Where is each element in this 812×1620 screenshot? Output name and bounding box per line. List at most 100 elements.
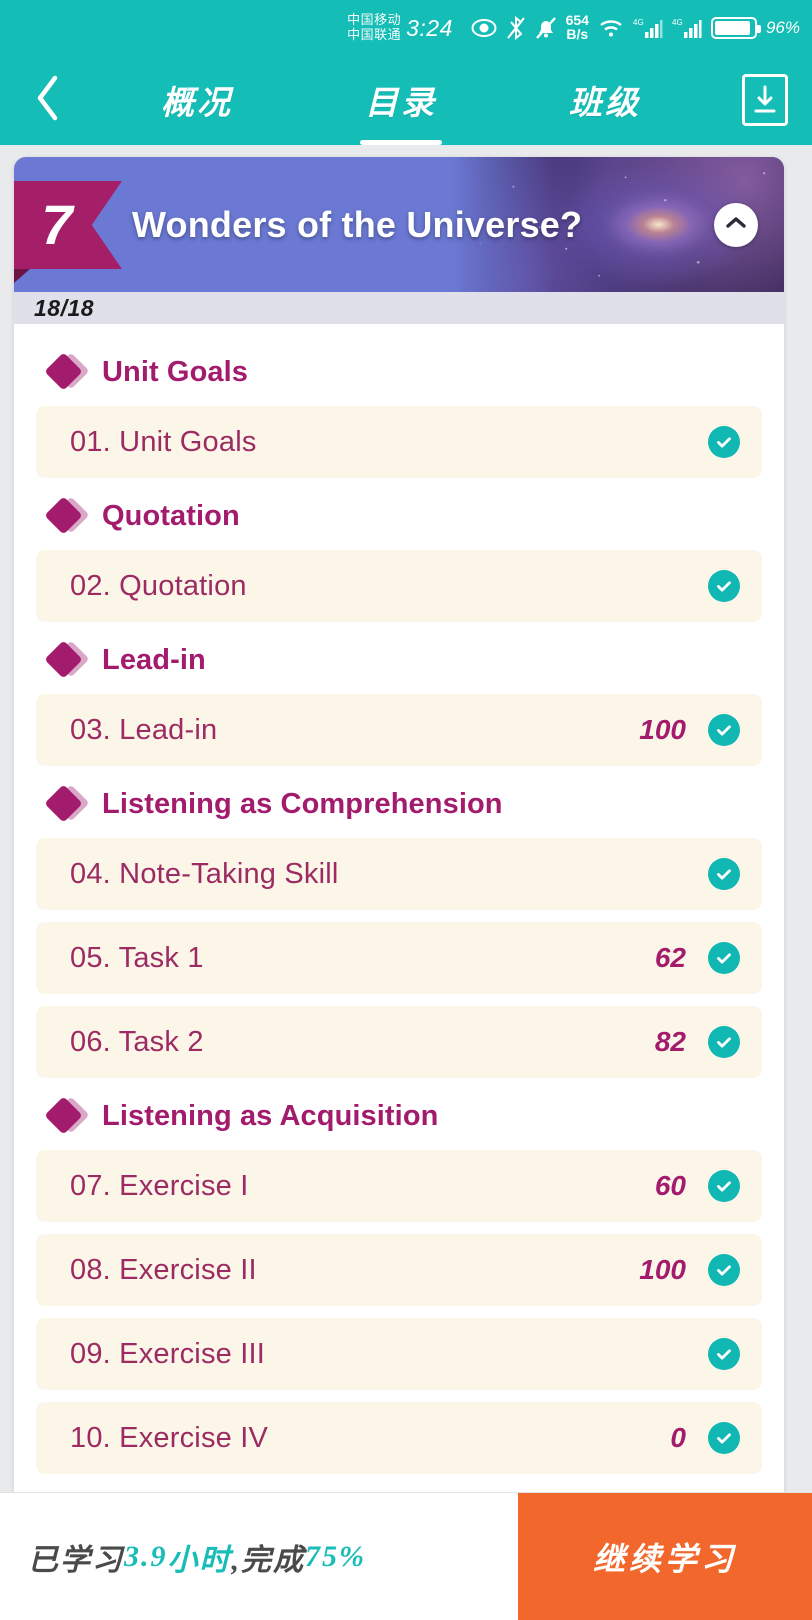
list-item[interactable]: 01. Unit Goals (36, 406, 762, 478)
list-item-label: 06. Task 2 (70, 1025, 204, 1058)
carrier-2-label: 中国联通 (347, 26, 402, 42)
tab-contents-label: 目录 (365, 86, 437, 122)
section-header-lead-in: Lead-in (44, 640, 762, 680)
check-circle-icon (708, 1170, 740, 1202)
list-item-label: 07. Exercise I (70, 1169, 249, 1202)
status-bar: 中国移动 中国联通 3:24 654 B/s 4G 4G 96% (0, 0, 812, 55)
study-stat-hours: 3.9 (124, 1539, 168, 1573)
section-title: Unit Goals (102, 355, 249, 388)
wifi-icon (598, 18, 624, 38)
section-title: Listening as Comprehension (102, 787, 503, 820)
unit-number-label: 7 (41, 193, 73, 256)
carrier-names: 中国移动 中国联通 (347, 13, 401, 41)
phone-screen: 中国移动 中国联通 3:24 654 B/s 4G 4G 96% 概况 目录 班… (0, 0, 812, 1620)
check-circle-icon (708, 1338, 740, 1370)
diamond-icon (44, 1096, 90, 1136)
list-item-score: 60 (654, 1170, 686, 1201)
list-item-label: 08. Exercise II (70, 1253, 257, 1286)
ribbon-fold-decor (14, 269, 30, 283)
battery-percent-label: 96% (765, 17, 800, 37)
list-item[interactable]: 06. Task 2 82 (36, 1006, 762, 1078)
list-item-score: 100 (639, 1254, 686, 1285)
status-bar-clock: 3:24 (406, 14, 453, 41)
unit-number-ribbon: 7 (14, 181, 122, 269)
section-title: Listening as Acquisition (102, 1099, 439, 1132)
list-item-label: 03. Lead-in (70, 713, 218, 746)
list-item[interactable]: 03. Lead-in 100 (36, 694, 762, 766)
list-item-label: 09. Exercise III (70, 1337, 265, 1370)
section-header-listening-acquisition: Listening as Acquisition (44, 1096, 762, 1136)
unit-hero-banner: 7 Wonders of the Universe? (14, 157, 784, 292)
section-header-listening-comprehension: Listening as Comprehension (44, 784, 762, 824)
check-circle-icon (708, 714, 740, 746)
svg-text:4G: 4G (633, 18, 644, 27)
diamond-icon (44, 496, 90, 536)
study-stat-percent: 75% (305, 1539, 366, 1573)
battery-icon (710, 16, 761, 39)
unit-progress-strip: 18/18 (14, 292, 784, 324)
list-item[interactable]: 07. Exercise I 60 (36, 1150, 762, 1222)
study-stat-hours-unit: 小时 (167, 1543, 232, 1577)
network-speed: 654 B/s (566, 13, 589, 42)
back-button[interactable] (0, 73, 95, 128)
list-item[interactable]: 02. Quotation (36, 550, 762, 622)
chevron-up-icon (725, 214, 747, 235)
status-bar-right: 654 B/s 4G 4G 96% (453, 13, 812, 42)
list-item[interactable]: 10. Exercise IV 0 (36, 1402, 762, 1474)
section-header-unit-goals: Unit Goals (44, 352, 762, 392)
list-item-label: 01. Unit Goals (70, 425, 257, 458)
list-item-score: 100 (639, 714, 686, 745)
diamond-icon (44, 352, 90, 392)
network-speed-unit: B/s (566, 25, 589, 42)
eye-care-icon (471, 18, 497, 38)
unit-title: Wonders of the Universe? (132, 203, 583, 245)
diamond-icon (44, 784, 90, 824)
section-header-quotation: Quotation (44, 496, 762, 536)
check-circle-icon (708, 1254, 740, 1286)
check-circle-icon (708, 942, 740, 974)
tab-contents[interactable]: 目录 (347, 55, 455, 145)
diamond-icon (44, 640, 90, 680)
tab-overview-label: 概况 (161, 86, 233, 122)
list-item-score: 0 (670, 1422, 686, 1453)
study-stat-prefix: 已学习 (28, 1543, 124, 1577)
tab-overview[interactable]: 概况 (143, 55, 251, 145)
unit-progress-label: 18/18 (34, 294, 95, 321)
signal-icon-2: 4G (672, 17, 702, 39)
list-item-label: 04. Note-Taking Skill (70, 857, 339, 890)
check-circle-icon (708, 1026, 740, 1058)
signal-icon-1: 4G (633, 17, 663, 39)
bluetooth-off-icon (506, 15, 526, 40)
section-title: Quotation (102, 499, 240, 532)
list-item-score: 82 (654, 1026, 686, 1057)
list-item-label: 02. Quotation (70, 569, 247, 602)
check-circle-icon (708, 1422, 740, 1454)
content-scroll-area[interactable]: 7 Wonders of the Universe? 18/18 Unit Go… (0, 145, 812, 1492)
bottom-bar: 已学习 3.9 小时 ,完成 75% 继续学习 (0, 1492, 812, 1620)
tab-class[interactable]: 班级 (551, 55, 659, 145)
check-circle-icon (708, 570, 740, 602)
svg-text:4G: 4G (672, 18, 683, 27)
list-item-score: 62 (654, 942, 686, 973)
list-item-label: 05. Task 1 (70, 941, 204, 974)
chevron-left-icon (33, 73, 63, 128)
download-button[interactable] (717, 74, 812, 126)
study-stat-middle: ,完成 (231, 1543, 305, 1577)
check-circle-icon (708, 858, 740, 890)
list-item[interactable]: 08. Exercise II 100 (36, 1234, 762, 1306)
status-bar-center: 中国移动 中国联通 3:24 (347, 13, 453, 41)
section-title: Lead-in (102, 643, 206, 676)
collapse-toggle-button[interactable] (714, 202, 758, 247)
list-item-label: 10. Exercise IV (70, 1421, 269, 1454)
nav-bar: 概况 目录 班级 (0, 55, 812, 145)
lesson-list: Unit Goals 01. Unit Goals Quotation 02. … (14, 324, 784, 1474)
list-item[interactable]: 05. Task 1 62 (36, 922, 762, 994)
check-circle-icon (708, 426, 740, 458)
list-item[interactable]: 09. Exercise III (36, 1318, 762, 1390)
continue-study-button[interactable]: 继续学习 (518, 1493, 812, 1620)
download-icon (741, 74, 788, 126)
nav-tabs: 概况 目录 班级 (95, 55, 717, 145)
bell-muted-icon (535, 16, 557, 40)
list-item[interactable]: 04. Note-Taking Skill (36, 838, 762, 910)
battery-fill (714, 20, 750, 35)
